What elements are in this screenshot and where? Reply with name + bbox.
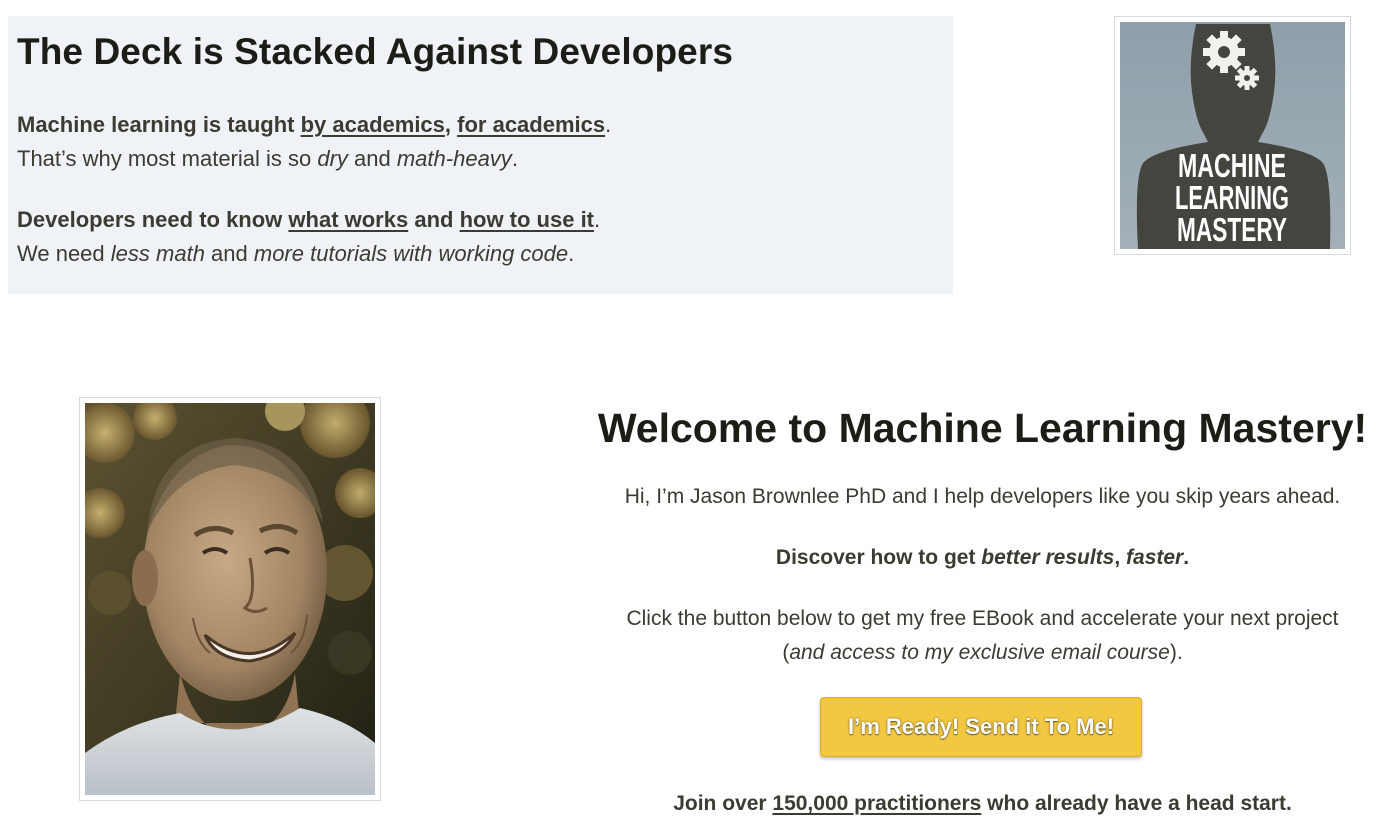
deck-paragraph-2: Developers need to know what works and h… [17,203,953,271]
author-portrait [79,397,381,801]
deck-p2-end: . [594,207,601,232]
deck-p2-line2-a: We need [17,241,111,266]
get-ebook-button[interactable]: I’m Ready! Send it To Me! [820,697,1142,757]
join-suffix: who already have a head start. [981,792,1292,815]
link-for-academics[interactable]: for academics [457,112,605,137]
deck-p1-prefix: Machine learning is taught [17,112,301,137]
link-by-academics[interactable]: by academics [301,112,445,137]
deck-p1-em-math-heavy: math-heavy [396,146,512,171]
deck-p1-bold: Machine learning is taught by academics,… [17,112,605,137]
link-practitioners[interactable]: 150,000 practitioners [772,792,981,815]
welcome-join-text: Join over 150,000 practitioners who alre… [580,787,1385,821]
link-what-works[interactable]: what works [288,207,408,232]
site-logo[interactable]: MACHINE LEARNING MASTERY [1114,16,1351,255]
link-how-to-use-it[interactable]: how to use it [460,207,594,232]
deck-p2-em-less-math: less math [110,241,205,266]
page: The Deck is Stacked Against Developers M… [0,0,1400,823]
deck-p1-line2-a: That’s why most material is so [17,146,318,171]
deck-p1-end: . [605,112,612,137]
deck-p1-em-dry: dry [317,146,348,171]
deck-p1-line2-b: and [347,146,397,171]
logo-line-3: MASTERY [1177,211,1287,248]
deck-p2-bold: Developers need to know what works and h… [17,207,594,232]
deck-p2-prefix: Developers need to know [17,207,289,232]
deck-p2-sep: and [408,207,460,232]
deck-p2-line2-b: and [204,241,254,266]
deck-p2-em-more-tutorials: more tutorials with working code [253,241,569,266]
portrait-image [85,403,375,795]
deck-p1-line2-end: . [511,146,518,171]
join-prefix: Join over [673,792,773,815]
cta-area: I’m Ready! Send it To Me! Join over 150,… [580,400,1385,823]
deck-panel: The Deck is Stacked Against Developers M… [8,16,953,294]
logo-image: MACHINE LEARNING MASTERY [1120,22,1345,249]
deck-p1-sep: , [444,112,458,137]
deck-p2-line2-end: . [568,241,575,266]
deck-title: The Deck is Stacked Against Developers [17,31,733,72]
deck-paragraph-1: Machine learning is taught by academics,… [17,108,953,176]
